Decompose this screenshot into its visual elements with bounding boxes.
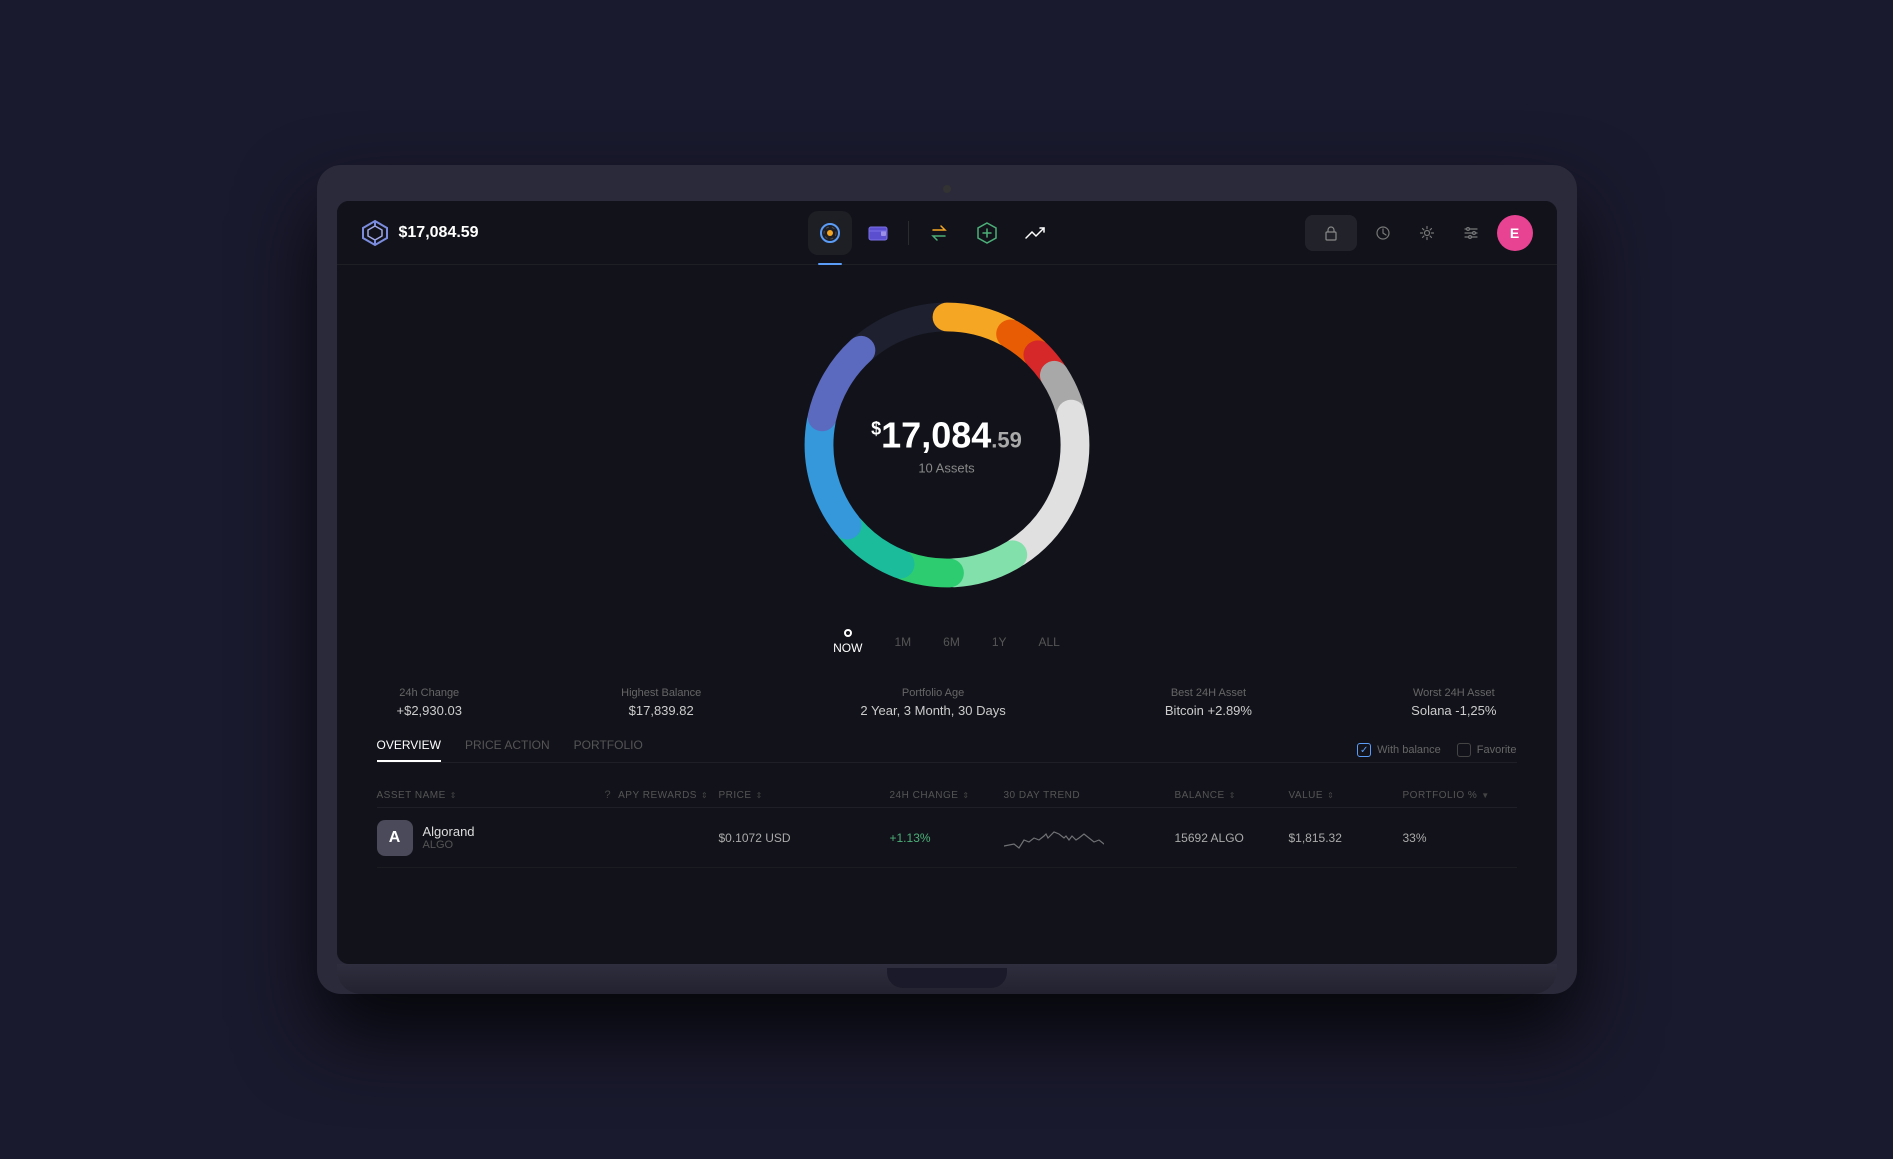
- cell-value: $1,815.32: [1289, 831, 1403, 845]
- asset-name-info: Algorand ALGO: [423, 824, 475, 851]
- nav-trending-button[interactable]: [1013, 211, 1057, 255]
- cell-balance: 15692 ALGO: [1175, 831, 1289, 845]
- tab-filters: ✓ With balance Favorite: [1357, 743, 1516, 757]
- sort-icon: ⇕: [450, 791, 457, 800]
- sort-icon: ⇕: [1229, 791, 1236, 800]
- stat-24h-change: 24h Change +$2,930.03: [397, 687, 462, 718]
- sort-icon: ⇕: [756, 791, 763, 800]
- sort-icon: ⇕: [701, 791, 708, 800]
- topbar: $17,084.59: [337, 201, 1557, 265]
- asset-icon-algo: A: [377, 820, 413, 856]
- nav-divider: [908, 221, 909, 245]
- th-portfolio-pct: PORTFOLIO % ▼: [1403, 789, 1517, 801]
- th-balance: BALANCE ⇕: [1175, 789, 1289, 801]
- th-30day-trend: 30 DAY TREND: [1004, 789, 1175, 801]
- th-value: VALUE ⇕: [1289, 789, 1403, 801]
- cell-price: $0.1072 USD: [719, 831, 890, 845]
- stat-portfolio-age: Portfolio Age 2 Year, 3 Month, 30 Days: [860, 687, 1005, 718]
- asset-ticker: ALGO: [423, 839, 475, 851]
- cell-change: +1.13%: [890, 831, 1004, 845]
- sort-icon: ▼: [1481, 791, 1489, 800]
- asset-name: Algorand: [423, 824, 475, 839]
- stat-worst-asset: Worst 24H Asset Solana -1,25%: [1411, 687, 1496, 718]
- chart-section: $17,084.59 10 Assets NOW 1M 6M 1Y: [377, 285, 1517, 667]
- time-all-button[interactable]: ALL: [1039, 631, 1060, 653]
- settings1-button[interactable]: [1409, 215, 1445, 251]
- nav-dashboard-button[interactable]: [808, 211, 852, 255]
- time-1y-button[interactable]: 1Y: [992, 631, 1007, 653]
- sort-icon: ⇕: [1327, 791, 1334, 800]
- time-1m-button[interactable]: 1M: [894, 631, 911, 653]
- donut-chart: $17,084.59 10 Assets: [787, 285, 1107, 605]
- logo-area: $17,084.59: [361, 219, 561, 247]
- donut-value: $17,084.59: [871, 415, 1022, 457]
- asset-info: A Algorand ALGO: [377, 820, 605, 856]
- table-row[interactable]: A Algorand ALGO $0.1072 USD +1.13%: [377, 808, 1517, 868]
- donut-center: $17,084.59 10 Assets: [871, 415, 1022, 476]
- tab-price-action[interactable]: PRICE ACTION: [465, 738, 550, 762]
- user-avatar[interactable]: E: [1497, 215, 1533, 251]
- time-selector: NOW 1M 6M 1Y ALL: [833, 617, 1060, 667]
- th-asset-name: ASSET NAME ⇕: [377, 789, 605, 801]
- nav-add-button[interactable]: [965, 211, 1009, 255]
- laptop-notch: [887, 968, 1007, 988]
- header-portfolio-value: $17,084.59: [399, 224, 479, 242]
- nav-wallet-button[interactable]: [856, 211, 900, 255]
- table-header: ASSET NAME ⇕ ? APY REWARDS ⇕ PRICE ⇕ 24H…: [377, 783, 1517, 808]
- nav-center: [561, 211, 1305, 255]
- time-6m-button[interactable]: 6M: [943, 631, 960, 653]
- cell-trend: [1004, 818, 1175, 857]
- th-24h-change: 24H CHANGE ⇕: [890, 789, 1004, 801]
- main-content: $17,084.59 10 Assets NOW 1M 6M 1Y: [337, 265, 1557, 964]
- tab-nav: OVERVIEW PRICE ACTION PORTFOLIO ✓ With b…: [377, 738, 1517, 763]
- asset-table: ASSET NAME ⇕ ? APY REWARDS ⇕ PRICE ⇕ 24H…: [377, 783, 1517, 868]
- nav-right: E: [1305, 215, 1533, 251]
- tab-portfolio[interactable]: PORTFOLIO: [574, 738, 643, 762]
- nav-swap-button[interactable]: [917, 211, 961, 255]
- stats-row: 24h Change +$2,930.03 Highest Balance $1…: [377, 687, 1517, 718]
- cell-portfolio-pct: 33%: [1403, 831, 1517, 845]
- sort-icon: ⇕: [962, 791, 969, 800]
- logo-icon: [361, 219, 389, 247]
- stat-highest-balance: Highest Balance $17,839.82: [621, 687, 701, 718]
- history-button[interactable]: [1365, 215, 1401, 251]
- time-now-button[interactable]: NOW: [833, 625, 862, 659]
- th-price: PRICE ⇕: [719, 789, 890, 801]
- stat-best-asset: Best 24H Asset Bitcoin +2.89%: [1165, 687, 1252, 718]
- settings2-button[interactable]: [1453, 215, 1489, 251]
- filter-favorite[interactable]: Favorite: [1457, 743, 1517, 757]
- tab-overview[interactable]: OVERVIEW: [377, 738, 441, 762]
- tabs: OVERVIEW PRICE ACTION PORTFOLIO: [377, 738, 643, 762]
- filter-with-balance[interactable]: ✓ With balance: [1357, 743, 1441, 757]
- lock-button[interactable]: [1305, 215, 1357, 251]
- th-apy-rewards: ? APY REWARDS ⇕: [605, 789, 719, 801]
- donut-subtitle: 10 Assets: [871, 461, 1022, 476]
